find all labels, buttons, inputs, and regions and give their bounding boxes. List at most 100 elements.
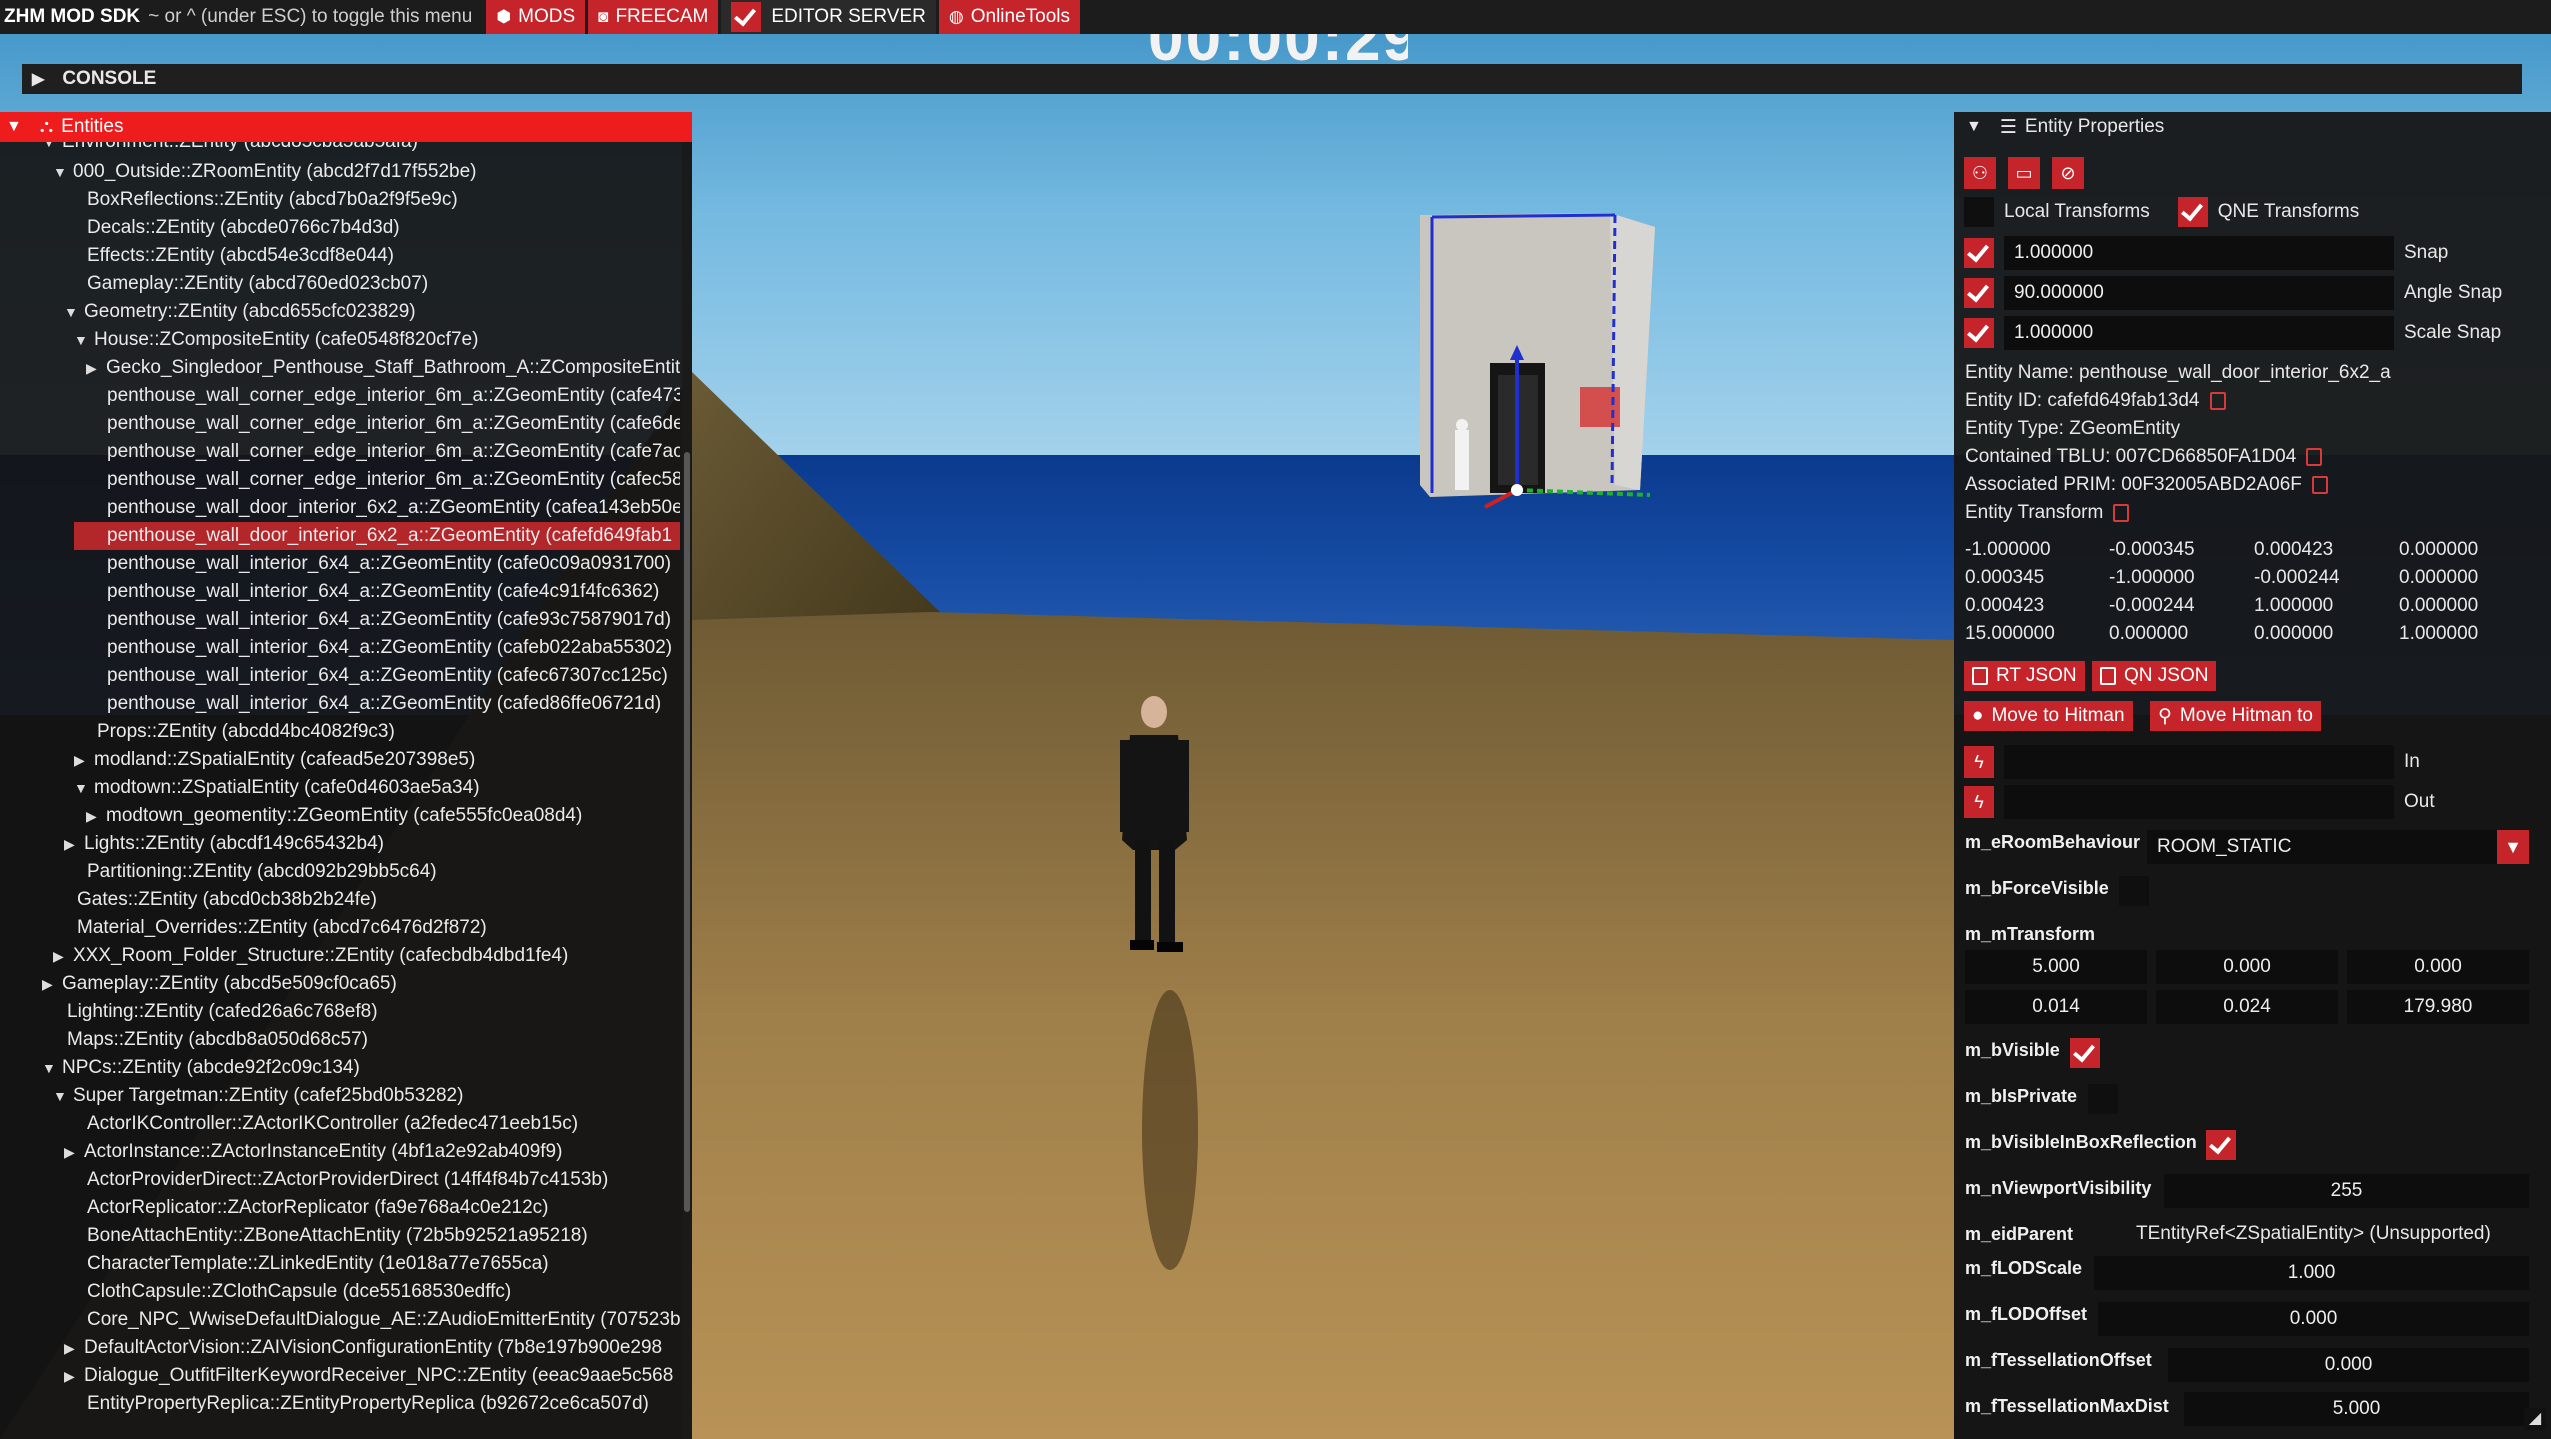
tree-node[interactable]: ▶ modland::ZSpatialEntity (cafead5e207398… [74, 746, 475, 774]
tree-node[interactable]: Material_Overrides::ZEntity (abcd7c6476d… [77, 914, 487, 942]
window-icon-button[interactable]: ▭ [2008, 157, 2040, 189]
tree-node[interactable]: Effects::ZEntity (abcd54e3cdf8e044) [87, 242, 394, 270]
tree-node[interactable]: ▼ 000_Outside::ZRoomEntity (abcd2f7d17f55… [53, 158, 476, 186]
tree-node[interactable]: BoxReflections::ZEntity (abcd7b0a2f9f5e9… [87, 186, 458, 214]
viewport-visibility-input[interactable]: 255 [2164, 1174, 2529, 1208]
room-behaviour-select[interactable]: ROOM_STATIC [2147, 830, 2507, 864]
move-hitman-to-button[interactable]: ⚲ Move Hitman to [2150, 701, 2321, 731]
is-private-checkbox[interactable] [2088, 1084, 2118, 1114]
tree-node[interactable]: penthouse_wall_interior_6x4_a::ZGeomEnti… [107, 578, 659, 606]
expand-arrow-icon[interactable]: ▶ [64, 1362, 84, 1390]
expand-arrow-icon[interactable]: ▶ [64, 830, 84, 858]
tree-node[interactable]: penthouse_wall_interior_6x4_a::ZGeomEnti… [107, 550, 671, 578]
console-bar[interactable]: ▶ CONSOLE [22, 64, 2522, 94]
tree-node[interactable]: ▼ Geometry::ZEntity (abcd655cfc023829) [64, 298, 416, 326]
copy-icon[interactable] [2306, 447, 2323, 466]
collapse-arrow-icon[interactable]: ▼ [53, 158, 73, 186]
local-transforms-checkbox[interactable] [1964, 197, 1994, 227]
tree-node[interactable]: Maps::ZEntity (abcdb8a050d68c57) [67, 1026, 368, 1054]
tree-node[interactable]: Core_NPC_WwiseDefaultDialogue_AE::ZAudio… [87, 1306, 680, 1334]
transform-y-input[interactable]: 0.000 [2156, 950, 2338, 984]
tessellation-maxdist-input[interactable]: 5.000 [2184, 1392, 2529, 1426]
entities-header[interactable]: ▼ ⛬ Entities [0, 112, 692, 142]
scrollbar-thumb[interactable] [684, 452, 690, 1212]
rt-json-button[interactable]: RT JSON [1964, 661, 2085, 691]
copy-icon[interactable] [2311, 475, 2328, 494]
local-transforms-row[interactable]: Local Transforms QNE Transforms [1964, 197, 2359, 227]
expand-arrow-icon[interactable]: ▶ [42, 970, 62, 998]
collapse-arrow-icon[interactable]: ▼ [74, 326, 94, 354]
collapse-arrow-icon[interactable]: ▼ [74, 774, 94, 802]
tree-node[interactable]: penthouse_wall_door_interior_6x2_a::ZGeo… [107, 494, 680, 522]
collapse-arrow-icon[interactable]: ▼ [64, 298, 84, 326]
tree-node[interactable]: ClothCapsule::ZClothCapsule (dce55168530… [87, 1278, 511, 1306]
tree-node[interactable]: Decals::ZEntity (abcde0766c7b4d3d) [87, 214, 400, 242]
no-select-icon-button[interactable]: ⊘ [2052, 157, 2084, 189]
copy-icon[interactable] [2113, 503, 2130, 522]
tree-node[interactable]: penthouse_wall_corner_edge_interior_6m_a… [107, 382, 680, 410]
tree-node[interactable]: Lighting::ZEntity (cafed26a6c768ef8) [67, 998, 378, 1026]
transform-x-input[interactable]: 5.000 [1965, 950, 2147, 984]
tree-node[interactable]: penthouse_wall_interior_6x4_a::ZGeomEnti… [107, 690, 661, 718]
mods-button[interactable]: ⬢ MODS [486, 0, 586, 34]
scale-snap-input[interactable]: 1.000000 [2004, 316, 2394, 350]
expand-arrow-icon[interactable]: ▶ [64, 1138, 84, 1166]
tree-node[interactable]: Gameplay::ZEntity (abcd760ed023cb07) [87, 270, 428, 298]
visible-checkbox[interactable] [2070, 1038, 2100, 1068]
input-pin-field[interactable] [2004, 745, 2394, 779]
people-icon-button[interactable]: ⚇ [1964, 157, 1996, 189]
chevron-down-icon[interactable]: ▼ [2497, 830, 2529, 864]
tree-node[interactable]: ▶ ActorInstance::ZActorInstanceEntity (4b… [64, 1138, 562, 1166]
transform-z-input[interactable]: 0.000 [2347, 950, 2529, 984]
expand-arrow-icon[interactable]: ▶ [53, 942, 73, 970]
tree-node-selected[interactable]: penthouse_wall_door_interior_6x2_a::ZGeo… [74, 522, 680, 550]
tree-node[interactable]: ▼ NPCs::ZEntity (abcde92f2c09c134) [42, 1054, 360, 1082]
collapse-arrow-icon[interactable]: ▼ [53, 1082, 73, 1110]
tree-node[interactable]: ActorReplicator::ZActorReplicator (fa9e7… [87, 1194, 549, 1222]
tree-node[interactable]: ▶ Gameplay::ZEntity (abcd5e509cf0ca65) [42, 970, 397, 998]
expand-arrow-icon[interactable]: ▶ [74, 746, 94, 774]
tree-node[interactable]: ▼ modtown::ZSpatialEntity (cafe0d4603ae5a… [74, 774, 480, 802]
bolt-icon[interactable]: ϟ [1964, 746, 1994, 778]
tree-node[interactable]: ActorProviderDirect::ZActorProviderDirec… [87, 1166, 608, 1194]
collapse-arrow-icon[interactable]: ▼ [6, 118, 22, 136]
tessellation-offset-input[interactable]: 0.000 [2168, 1348, 2529, 1382]
collapse-arrow-icon[interactable]: ▼ [42, 142, 62, 156]
angle-snap-checkbox[interactable] [1964, 278, 1994, 308]
properties-header[interactable]: ▼ ☰ Entity Properties [1954, 112, 2551, 142]
tree-node[interactable]: penthouse_wall_corner_edge_interior_6m_a… [107, 438, 680, 466]
tree-node[interactable]: CharacterTemplate::ZLinkedEntity (1e018a… [87, 1250, 549, 1278]
tree-node[interactable]: penthouse_wall_corner_edge_interior_6m_a… [107, 410, 680, 438]
force-visible-checkbox[interactable] [2119, 876, 2149, 906]
tree-node[interactable]: BoneAttachEntity::ZBoneAttachEntity (72b… [87, 1222, 588, 1250]
tree-node[interactable]: ▶ Dialogue_OutfitFilterKeywordReceiver_NP… [64, 1362, 673, 1390]
tree-node[interactable]: penthouse_wall_interior_6x4_a::ZGeomEnti… [107, 662, 668, 690]
scale-snap-checkbox[interactable] [1964, 318, 1994, 348]
tree-node[interactable]: ▼ House::ZCompositeEntity (cafe0548f820cf… [74, 326, 478, 354]
snap-checkbox[interactable] [1964, 238, 1994, 268]
expand-arrow-icon[interactable]: ▶ [86, 802, 106, 830]
copy-icon[interactable] [2209, 391, 2226, 410]
tree-scrollbar[interactable] [682, 142, 692, 1439]
tree-node[interactable]: ▶ DefaultActorVision::ZAIVisionConfigurat… [64, 1334, 662, 1362]
tree-node[interactable]: penthouse_wall_interior_6x4_a::ZGeomEnti… [107, 634, 672, 662]
freecam-button[interactable]: ◙ FREECAM [588, 0, 719, 34]
bolt-icon[interactable]: ϟ [1964, 786, 1994, 818]
expand-arrow-icon[interactable]: ▶ [86, 354, 106, 382]
rotation-x-input[interactable]: 0.014 [1965, 990, 2147, 1024]
tree-node[interactable]: penthouse_wall_interior_6x4_a::ZGeomEnti… [107, 606, 671, 634]
tree-node[interactable]: Partitioning::ZEntity (abcd092b29bb5c64) [87, 858, 437, 886]
rotation-z-input[interactable]: 179.980 [2347, 990, 2529, 1024]
move-to-hitman-button[interactable]: ● Move to Hitman [1964, 701, 2133, 731]
snap-input[interactable]: 1.000000 [2004, 236, 2394, 270]
lod-offset-input[interactable]: 0.000 [2098, 1302, 2529, 1336]
editor-server-toggle[interactable]: EDITOR SERVER [721, 0, 936, 34]
online-tools-button[interactable]: ◍ OnlineTools [938, 0, 1080, 34]
tree-node[interactable]: ▼ Super Targetman::ZEntity (cafef25bd0b53… [53, 1082, 463, 1110]
expand-arrow-icon[interactable]: ▶ [64, 1334, 84, 1362]
tree-node[interactable]: EntityPropertyReplica::ZEntityPropertyRe… [87, 1390, 649, 1418]
tree-node[interactable]: Gates::ZEntity (abcd0cb38b2b24fe) [77, 886, 377, 914]
tree-node[interactable]: ActorIKController::ZActorIKController (a… [87, 1110, 578, 1138]
angle-snap-input[interactable]: 90.000000 [2004, 276, 2394, 310]
tree-node[interactable]: Props::ZEntity (abcdd4bc4082f9c3) [97, 718, 395, 746]
